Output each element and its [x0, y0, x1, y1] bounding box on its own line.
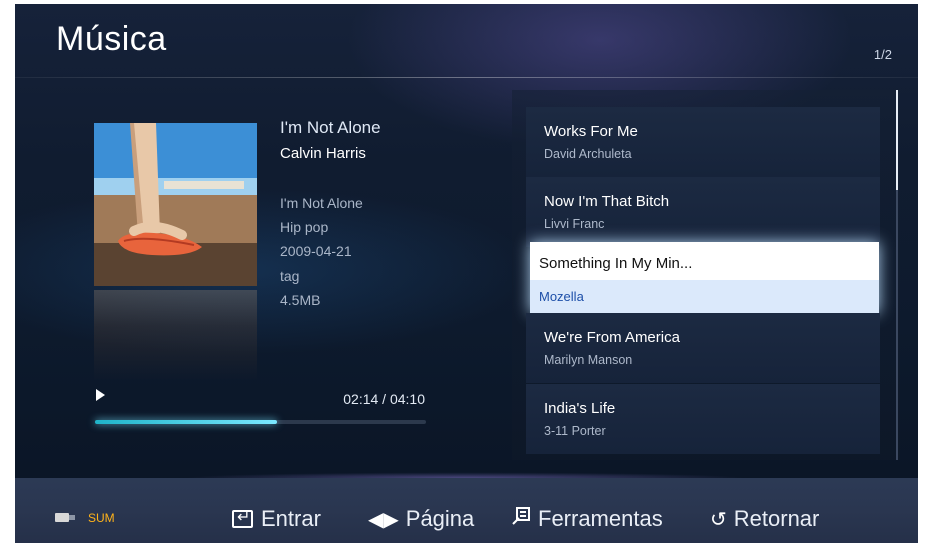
- page-label: Página: [405, 506, 475, 531]
- return-icon: ↺: [710, 508, 727, 531]
- page-title: Música: [56, 20, 167, 58]
- playlist-item-artist: 3-11 Porter: [544, 424, 606, 438]
- scrollbar-thumb[interactable]: [896, 90, 898, 190]
- page-indicator: 1/2: [873, 47, 892, 62]
- playlist-item[interactable]: Now I'm That Bitch Livvi Franc: [526, 177, 880, 247]
- playlist-item[interactable]: India's Life 3-11 Porter: [526, 384, 880, 454]
- return-label: Retornar: [733, 506, 820, 531]
- playlist-scrollbar[interactable]: [896, 90, 898, 460]
- playlist-item-artist: David Archuleta: [544, 147, 632, 161]
- playback-time: 02:14 / 04:10: [343, 391, 425, 407]
- play-icon[interactable]: [96, 389, 105, 401]
- left-right-arrows-icon: ◀▶: [368, 508, 399, 531]
- playlist-item-title: India's Life: [544, 400, 616, 417]
- playlist-item-artist: Mozella: [539, 289, 584, 304]
- enter-icon: [232, 507, 253, 528]
- album-cover-image: [94, 123, 257, 286]
- track-title: I'm Not Alone: [280, 118, 381, 137]
- page-hint[interactable]: ◀▶ Página: [368, 506, 474, 532]
- track-size: 4.5MB: [280, 292, 321, 308]
- tools-icon: [511, 506, 531, 532]
- playlist-item-title: We're From America: [544, 329, 680, 346]
- track-tag: tag: [280, 268, 300, 284]
- frame-left-edge: [0, 0, 15, 543]
- return-hint[interactable]: ↺ Retornar: [710, 506, 819, 532]
- playlist-item-artist: Marilyn Manson: [544, 353, 633, 367]
- track-date: 2009-04-21: [280, 243, 352, 259]
- enter-hint[interactable]: Entrar: [232, 506, 321, 532]
- music-player-screen: Música 1/2 I'm Not Alone Calvin Harris I…: [0, 0, 926, 543]
- album-cover-reflection: [94, 290, 257, 380]
- album-cover-art: [94, 123, 257, 286]
- header-divider: [15, 77, 918, 78]
- progress-bar-fill: [95, 420, 277, 424]
- playlist-item-artist: Livvi Franc: [544, 217, 605, 231]
- playlist-item-title: Something In My Min...: [539, 255, 693, 272]
- device-label: SUM: [88, 511, 115, 525]
- track-artist: Calvin Harris: [280, 145, 366, 162]
- playlist-item-title: Works For Me: [544, 123, 638, 140]
- frame-right-edge: [918, 0, 926, 543]
- progress-bar[interactable]: [95, 420, 426, 424]
- playlist-item-selected[interactable]: Something In My Min... Mozella: [530, 242, 879, 313]
- playlist-item-title: Now I'm That Bitch: [544, 193, 670, 210]
- playlist-item[interactable]: We're From America Marilyn Manson: [526, 313, 880, 383]
- frame-top-edge: [0, 0, 926, 4]
- track-genre: Hip pop: [280, 219, 329, 235]
- usb-drive-icon: [55, 513, 75, 522]
- track-album: I'm Not Alone: [280, 195, 363, 211]
- tools-label: Ferramentas: [538, 506, 663, 531]
- enter-label: Entrar: [261, 506, 321, 531]
- playlist-item[interactable]: Works For Me David Archuleta: [526, 107, 880, 177]
- tools-hint[interactable]: Ferramentas: [511, 506, 663, 532]
